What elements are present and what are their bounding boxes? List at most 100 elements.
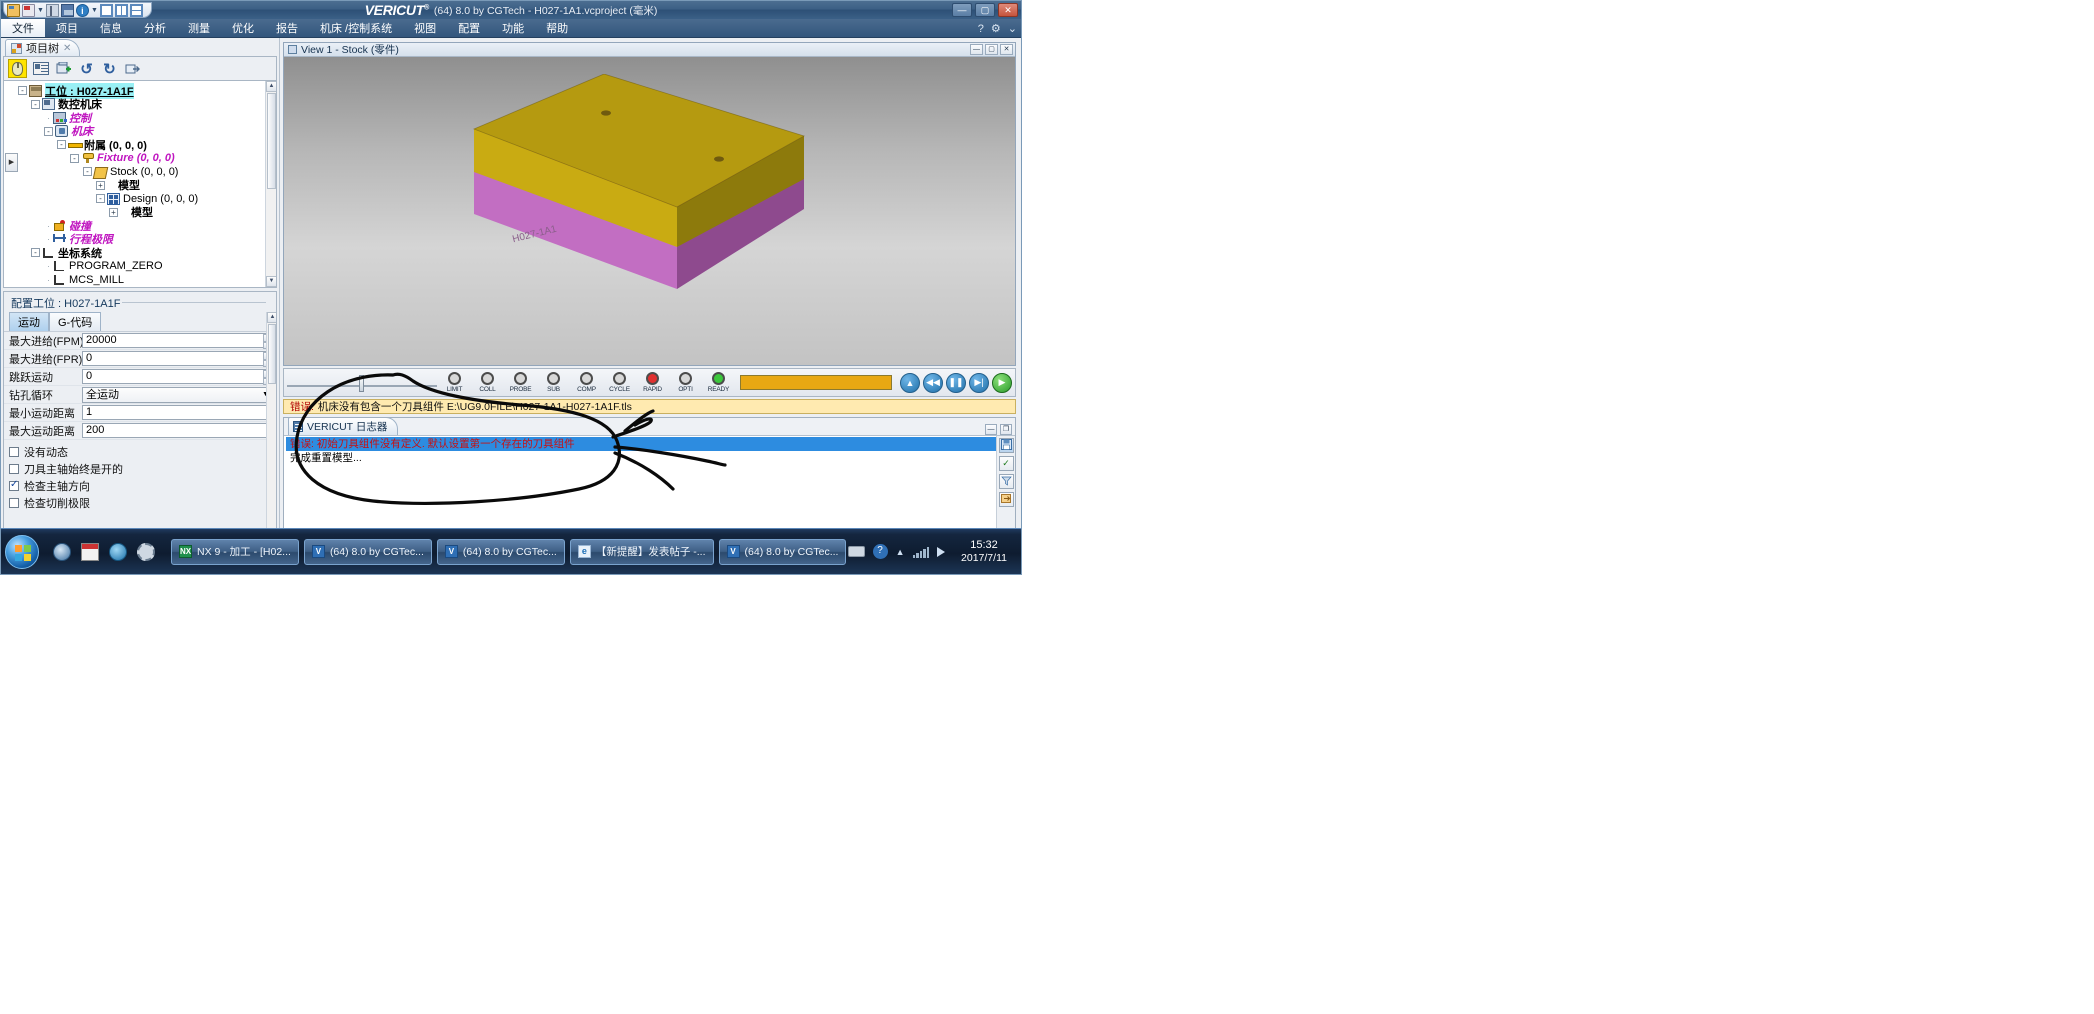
- taskbar-task-button[interactable]: V (64) 8.0 by CGTec...: [436, 538, 565, 565]
- collapse-icon[interactable]: -: [44, 126, 53, 136]
- rewind-button[interactable]: ◀◀: [923, 372, 943, 393]
- help-icon[interactable]: ?: [978, 23, 984, 35]
- tree-node[interactable]: · 行程极限: [18, 233, 276, 246]
- property-checkbox-row[interactable]: 检查主轴方向: [4, 477, 276, 494]
- step-button[interactable]: ▶|: [969, 372, 989, 393]
- reset-button[interactable]: ▲: [900, 372, 920, 393]
- tab-gcode[interactable]: G-代码: [49, 312, 102, 331]
- checkbox[interactable]: [9, 446, 19, 457]
- taskbar-pinned-icons[interactable]: [53, 542, 155, 561]
- menu-item-analysis[interactable]: 分析: [133, 19, 177, 37]
- save-project-icon[interactable]: [22, 3, 35, 17]
- property-input[interactable]: 20000▲▼: [82, 333, 273, 349]
- log-line-error[interactable]: 错误: 初始刀具组件没有定义. 默认设置第一个存在的刀具组件: [286, 437, 996, 451]
- tray-icons-right[interactable]: ? ▲: [872, 544, 945, 559]
- chevron-down-icon[interactable]: ⌄: [1008, 22, 1017, 35]
- system-tray[interactable]: ? ▲ 15:32 2017/7/11: [847, 539, 1021, 565]
- layout-horizontal-icon[interactable]: [129, 3, 143, 17]
- collapse-icon[interactable]: -: [83, 167, 92, 177]
- tab-vericut-log[interactable]: VERICUT 日志器: [288, 418, 399, 435]
- menu-item-features[interactable]: 功能: [491, 19, 535, 37]
- project-tree[interactable]: ▶ - 工位 : H027-1A1F - 数控机床 · 控制 - 机床 - 附属 (0, 0, 0…: [3, 80, 277, 288]
- taskbar-task-button[interactable]: V (64) 8.0 by CGTec...: [303, 538, 432, 565]
- window-controls[interactable]: — ▢ ✕: [952, 3, 1018, 17]
- menu-item-measure[interactable]: 测量: [177, 19, 221, 37]
- menu-item-project[interactable]: 项目: [45, 19, 89, 37]
- help-icon[interactable]: ?: [872, 544, 888, 559]
- volume-icon[interactable]: [937, 546, 945, 557]
- view-minimize-button[interactable]: —: [970, 44, 983, 55]
- undo-icon[interactable]: ↺: [77, 59, 96, 78]
- layout-single-icon[interactable]: [99, 3, 113, 17]
- scroll-thumb[interactable]: [267, 93, 276, 189]
- scroll-down-icon[interactable]: ▼: [266, 276, 276, 287]
- tree-node[interactable]: - Stock (0, 0, 0): [18, 165, 276, 179]
- expand-panel-flap[interactable]: ▶: [5, 153, 18, 172]
- tree-node[interactable]: - 坐标系统: [18, 246, 276, 260]
- save-log-icon[interactable]: [998, 438, 1014, 453]
- menu-item-info[interactable]: 信息: [89, 19, 133, 37]
- calendar-icon[interactable]: [81, 542, 99, 561]
- chevron-down-icon[interactable]: ▼: [91, 4, 98, 17]
- property-input[interactable]: 0▲▼: [82, 351, 273, 367]
- checkbox[interactable]: [9, 479, 19, 491]
- mouse-mode-icon[interactable]: [8, 59, 27, 78]
- simulation-speed-slider[interactable]: [287, 372, 437, 394]
- slider-knob[interactable]: [359, 374, 364, 392]
- view-window-controls[interactable]: — ▢ ✕: [970, 44, 1013, 55]
- network-icon[interactable]: [912, 546, 929, 558]
- tray-icons[interactable]: [847, 546, 865, 557]
- collapse-icon[interactable]: -: [57, 140, 66, 150]
- tree-node[interactable]: · MCS_MILL: [18, 273, 276, 287]
- tree-node[interactable]: - 工位 : H027-1A1F: [18, 82, 276, 99]
- property-checkbox-row[interactable]: 没有动态: [4, 443, 276, 460]
- menu-item-report[interactable]: 报告: [265, 19, 309, 37]
- export-icon[interactable]: [998, 492, 1014, 507]
- tree-node[interactable]: - 数控机床: [18, 98, 276, 111]
- menu-bar-right-controls[interactable]: ? ⚙ ⌄: [978, 19, 1017, 38]
- tree-node[interactable]: · PROGRAM_ZERO: [18, 260, 276, 274]
- start-button[interactable]: [5, 534, 39, 569]
- taskbar-task-button[interactable]: V (64) 8.0 by CGTec...: [718, 538, 847, 565]
- tree-node[interactable]: - Fixture (0, 0, 0): [18, 152, 276, 166]
- expand-icon[interactable]: +: [96, 180, 105, 190]
- taskbar-clock[interactable]: 15:32 2017/7/11: [953, 539, 1015, 565]
- redo-icon[interactable]: ↺: [100, 59, 119, 78]
- view-close-button[interactable]: ✕: [1000, 44, 1013, 55]
- log-minimize-button[interactable]: —: [985, 424, 997, 435]
- keyboard-icon[interactable]: [847, 546, 865, 557]
- tree-node[interactable]: · 控制: [18, 111, 276, 125]
- scroll-up-icon[interactable]: ▲: [267, 312, 276, 323]
- maximize-button[interactable]: ▢: [975, 3, 995, 17]
- chevron-down-icon[interactable]: ▼: [37, 4, 44, 17]
- log-restore-button[interactable]: ❐: [1000, 424, 1012, 435]
- menu-item-help[interactable]: 帮助: [535, 19, 579, 37]
- tree-node[interactable]: · 碰撞: [18, 219, 276, 233]
- view-maximize-button[interactable]: ▢: [985, 44, 998, 55]
- media-player-icon[interactable]: [53, 542, 71, 561]
- property-input[interactable]: 200: [82, 423, 273, 438]
- close-icon[interactable]: ✕: [63, 43, 71, 54]
- properties-tabs[interactable]: 运动 G-代码: [4, 312, 276, 331]
- check-icon[interactable]: ✓: [998, 456, 1014, 471]
- collapse-icon[interactable]: -: [96, 194, 105, 204]
- scroll-thumb[interactable]: [268, 324, 276, 384]
- play-button[interactable]: ▶: [992, 372, 1012, 393]
- property-input[interactable]: 1: [82, 405, 273, 420]
- browser-icon[interactable]: [109, 542, 127, 561]
- menu-item-configure[interactable]: 配置: [447, 19, 491, 37]
- layout-vertical-icon[interactable]: [114, 3, 128, 17]
- tree-node[interactable]: + 模型: [18, 179, 276, 192]
- property-checkbox-row[interactable]: 刀具主轴始终是开的: [4, 460, 276, 477]
- settings-icon[interactable]: [137, 542, 155, 561]
- tooling-icon[interactable]: [45, 3, 59, 17]
- collapse-icon[interactable]: -: [31, 248, 40, 258]
- expand-icon[interactable]: +: [109, 207, 118, 217]
- menu-item-optimize[interactable]: 优化: [221, 19, 265, 37]
- checkbox[interactable]: [9, 497, 19, 508]
- menu-item-view[interactable]: 视图: [403, 19, 447, 37]
- taskbar-task-buttons[interactable]: NX NX 9 - 加工 - [H02... V (64) 8.0 by CGTec.…: [171, 538, 847, 565]
- property-input[interactable]: 0▲▼: [82, 369, 273, 385]
- collapse-icon[interactable]: -: [70, 153, 79, 163]
- playback-buttons[interactable]: ▲ ◀◀ ❚❚ ▶| ▶: [900, 372, 1012, 393]
